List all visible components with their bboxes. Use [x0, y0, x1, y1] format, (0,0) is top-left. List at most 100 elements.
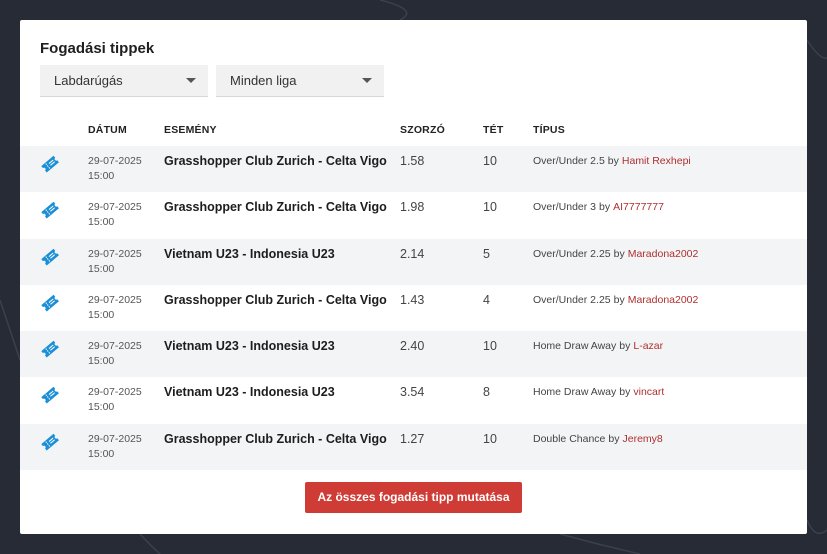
tip-event[interactable]: Vietnam U23 - Indonesia U23 — [164, 339, 335, 353]
ticket-icon — [40, 339, 60, 359]
tip-stake: 5 — [483, 246, 490, 261]
tip-type: Double Chance by Jeremy8 — [533, 433, 663, 445]
tip-by-label: by — [613, 247, 625, 260]
tip-type: Home Draw Away by L-azar — [533, 340, 663, 352]
tip-type: Home Draw Away by vincart — [533, 386, 664, 398]
tip-odds: 1.43 — [400, 292, 425, 307]
tip-date: 29-07-2025 — [88, 340, 142, 353]
page-title: Fogadási tippek — [40, 40, 155, 57]
ticket-icon — [40, 385, 60, 405]
betting-tips-card: Fogadási tippek Labdarúgás Minden liga D… — [20, 20, 807, 534]
tip-stake: 10 — [483, 200, 497, 215]
tip-odds: 2.14 — [400, 246, 425, 261]
table-row[interactable]: 29-07-2025 15:00 Vietnam U23 - Indonesia U… — [20, 331, 807, 378]
ticket-icon — [40, 154, 60, 174]
column-stake: TÉT — [483, 124, 504, 136]
tip-user-link[interactable]: Hamit Rexhepi — [622, 155, 691, 167]
tip-event[interactable]: Grasshopper Club Zurich - Celta Vigo — [164, 293, 387, 307]
tip-user-link[interactable]: L-azar — [633, 340, 663, 352]
tip-by-label: by — [613, 293, 625, 306]
tip-time: 15:00 — [88, 401, 115, 414]
table-row[interactable]: 29-07-2025 15:00 Grasshopper Club Zurich -… — [20, 192, 807, 238]
tip-date: 29-07-2025 — [88, 201, 142, 214]
table-row[interactable]: 29-07-2025 15:00 Vietnam U23 - Indonesia U… — [20, 238, 807, 285]
ticket-icon — [40, 247, 60, 267]
tip-user-link[interactable]: AI7777777 — [613, 201, 664, 213]
tip-date: 29-07-2025 — [88, 155, 142, 167]
tip-datetime: 29-07-2025 15:00 — [88, 200, 158, 230]
column-date: DÁTUM — [88, 124, 127, 136]
show-all-tips-button[interactable]: Az összes fogadási tipp mutatása — [305, 482, 522, 513]
tip-type-label: Home Draw Away — [533, 340, 617, 353]
tip-datetime: 29-07-2025 15:00 — [88, 432, 158, 462]
tip-stake: 10 — [483, 431, 497, 446]
tip-datetime: 29-07-2025 15:00 — [88, 293, 158, 323]
column-type: TÍPUS — [533, 124, 565, 136]
table-row[interactable]: 29-07-2025 15:00 Vietnam U23 - Indonesia U… — [20, 377, 807, 423]
chevron-down-icon — [362, 78, 372, 83]
tip-type-label: Over/Under 2.25 — [533, 247, 611, 260]
tip-datetime: 29-07-2025 15:00 — [88, 247, 158, 277]
sport-select-value: Labdarúgás — [54, 73, 123, 88]
tip-datetime: 29-07-2025 15:00 — [88, 339, 158, 369]
tip-stake: 8 — [483, 385, 490, 400]
sport-select[interactable]: Labdarúgás — [40, 65, 208, 97]
tip-user-link[interactable]: Maradona2002 — [628, 248, 699, 260]
tip-by-label: by — [599, 201, 611, 214]
column-odds: SZORZÓ — [400, 124, 445, 136]
tip-by-label: by — [608, 432, 620, 445]
tips-table-body: 29-07-2025 15:00 Grasshopper Club Zurich -… — [20, 146, 807, 471]
tip-by-label: by — [619, 386, 631, 399]
column-event: ESEMÉNY — [164, 124, 217, 136]
tip-stake: 10 — [483, 154, 497, 168]
tip-odds: 1.27 — [400, 431, 425, 446]
tip-type-label: Double Chance — [533, 432, 606, 445]
tip-datetime: 29-07-2025 15:00 — [88, 385, 158, 415]
tip-time: 15:00 — [88, 355, 115, 368]
tip-by-label: by — [607, 155, 619, 167]
chevron-down-icon — [186, 78, 196, 83]
tip-event[interactable]: Grasshopper Club Zurich - Celta Vigo — [164, 200, 387, 214]
tip-type: Over/Under 2.5 by Hamit Rexhepi — [533, 155, 691, 167]
ticket-icon — [40, 200, 60, 220]
table-header: DÁTUM ESEMÉNY SZORZÓ TÉT TÍPUS — [20, 124, 807, 144]
ticket-icon — [40, 293, 60, 313]
tip-user-link[interactable]: vincart — [633, 386, 664, 398]
table-row[interactable]: 29-07-2025 15:00 Grasshopper Club Zurich -… — [20, 423, 807, 471]
tip-datetime: 29-07-2025 15:00 — [88, 154, 158, 184]
league-select-value: Minden liga — [230, 73, 297, 88]
tip-by-label: by — [619, 340, 631, 353]
tip-type-label: Over/Under 2.25 — [533, 293, 611, 306]
tip-date: 29-07-2025 — [88, 293, 142, 306]
tip-type-label: Over/Under 3 — [533, 201, 597, 214]
tip-type: Over/Under 3 by AI7777777 — [533, 201, 664, 213]
tip-type-label: Over/Under 2.5 — [533, 155, 605, 167]
tip-time: 15:00 — [88, 216, 115, 229]
tip-time: 15:00 — [88, 447, 115, 460]
tip-date: 29-07-2025 — [88, 386, 142, 399]
tip-date: 29-07-2025 — [88, 432, 142, 445]
tip-time: 15:00 — [88, 308, 115, 321]
table-row[interactable]: 29-07-2025 15:00 Grasshopper Club Zurich -… — [20, 285, 807, 331]
tip-odds: 3.54 — [400, 385, 425, 400]
tip-odds: 1.98 — [400, 200, 425, 215]
tip-user-link[interactable]: Jeremy8 — [622, 433, 662, 445]
tip-type-label: Home Draw Away — [533, 386, 617, 399]
tip-user-link[interactable]: Maradona2002 — [628, 294, 699, 306]
league-select[interactable]: Minden liga — [216, 65, 384, 97]
tip-odds: 2.40 — [400, 339, 425, 354]
tip-stake: 4 — [483, 292, 490, 307]
tip-type: Over/Under 2.25 by Maradona2002 — [533, 294, 698, 306]
tip-event[interactable]: Grasshopper Club Zurich - Celta Vigo — [164, 154, 387, 168]
tip-date: 29-07-2025 — [88, 247, 142, 260]
tip-type: Over/Under 2.25 by Maradona2002 — [533, 248, 698, 260]
table-row[interactable]: 29-07-2025 15:00 Grasshopper Club Zurich -… — [20, 146, 807, 193]
ticket-icon — [40, 432, 60, 452]
tip-time: 15:00 — [88, 170, 115, 182]
tip-event[interactable]: Grasshopper Club Zurich - Celta Vigo — [164, 432, 387, 446]
tip-event[interactable]: Vietnam U23 - Indonesia U23 — [164, 247, 335, 261]
tip-stake: 10 — [483, 339, 497, 354]
tip-time: 15:00 — [88, 262, 115, 275]
tip-event[interactable]: Vietnam U23 - Indonesia U23 — [164, 385, 335, 399]
tip-odds: 1.58 — [400, 154, 425, 168]
